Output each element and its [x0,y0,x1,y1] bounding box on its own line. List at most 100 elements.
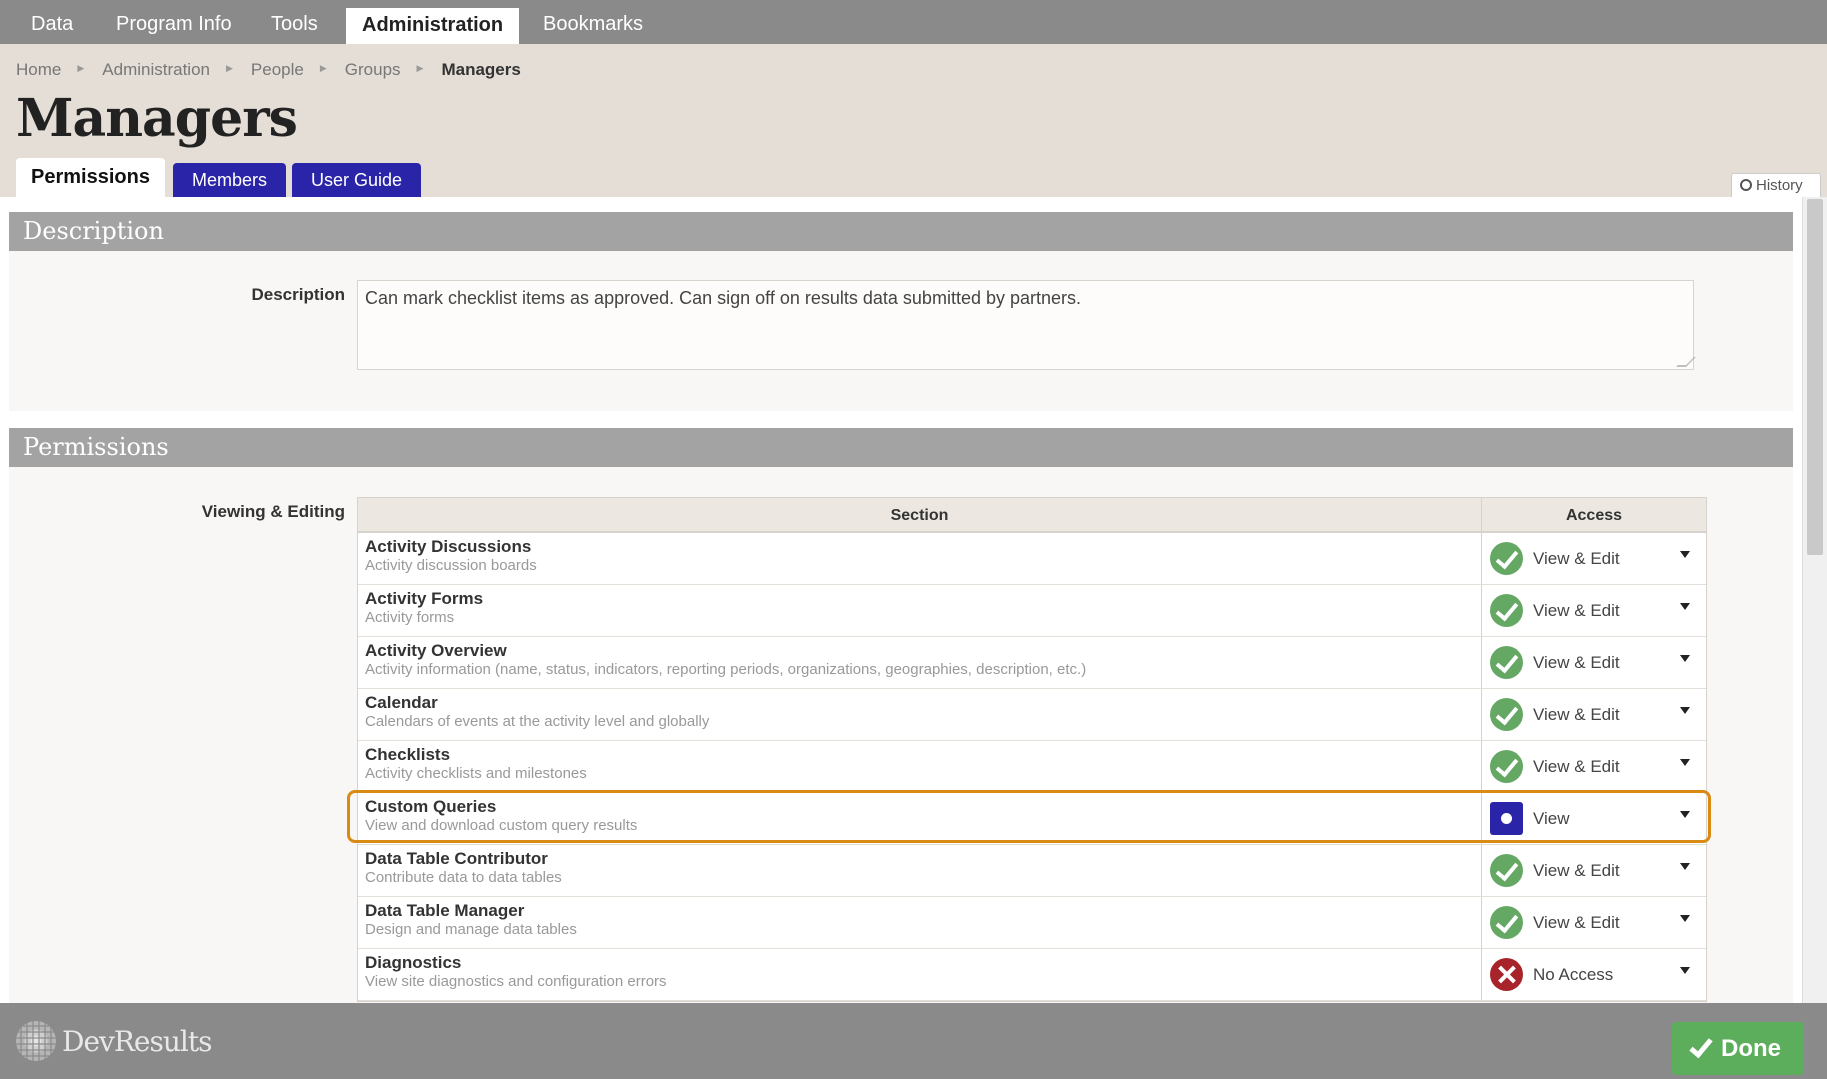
access-dropdown[interactable]: View & Edit [1482,897,1706,948]
nav-item-administration[interactable]: Administration [346,8,520,44]
column-header-section: Section [358,498,1482,531]
access-dropdown[interactable]: View & Edit [1482,845,1706,896]
page-title: Managers [16,88,298,149]
section-name: Data Table Manager [365,901,525,920]
chevron-down-icon [1680,551,1690,558]
section-cell: Data Table Manager Design and manage data… [358,897,1482,948]
breadcrumb: Home ▶ Administration ▶ People ▶ Groups … [16,58,521,82]
table-row: Activity Forms Activity forms View & Edit [358,585,1706,637]
logo-text: DevResults [62,1024,212,1058]
history-label: History [1756,177,1803,194]
table-row: Data Table Contributor Contribute data to… [358,845,1706,897]
section-cell: Activity Overview Activity information (n… [358,637,1482,688]
section-name: Calendar [365,693,438,712]
section-cell: Custom Queries View and download custom q… [358,793,1482,844]
chevron-down-icon [1680,915,1690,922]
history-icon [1740,179,1752,191]
check-circle-icon [1490,906,1523,939]
resize-handle-icon[interactable] [1676,357,1696,367]
breadcrumb-current: Managers [441,60,521,79]
access-label: View & Edit [1533,652,1620,672]
breadcrumb-home[interactable]: Home [16,60,61,80]
access-dropdown[interactable]: View & Edit [1482,533,1706,584]
access-dropdown[interactable]: View & Edit [1482,741,1706,792]
nav-item-tools[interactable]: Tools [255,0,334,44]
footer: DevResults Done [0,1003,1827,1079]
globe-icon [16,1021,56,1061]
chevron-down-icon [1680,759,1690,766]
section-description: Activity checklists and milestones [365,765,587,782]
tab-permissions[interactable]: Permissions [16,158,165,197]
table-row: Data Table Manager Design and manage data… [358,897,1706,949]
nav-item-bookmarks[interactable]: Bookmarks [527,0,659,44]
tab-members[interactable]: Members [173,163,287,197]
chevron-down-icon [1680,603,1690,610]
chevron-down-icon [1680,655,1690,662]
access-dropdown[interactable]: View [1482,793,1706,844]
description-value: Can mark checklist items as approved. Ca… [365,288,1082,308]
section-cell: Activity Discussions Activity discussion … [358,533,1482,584]
access-dropdown[interactable]: View & Edit [1482,585,1706,636]
table-row: Calendar Calendars of events at the activ… [358,689,1706,741]
description-textarea[interactable]: Can mark checklist items as approved. Ca… [357,280,1696,370]
breadcrumb-administration[interactable]: Administration [102,60,210,80]
section-name: Activity Overview [365,641,507,660]
x-circle-icon [1490,958,1523,991]
nav-item-program-info[interactable]: Program Info [100,0,248,44]
tab-user-guide[interactable]: User Guide [292,163,422,197]
breadcrumb-separator-icon: ▶ [77,62,85,73]
history-button[interactable]: History [1731,173,1821,197]
vertical-scrollbar[interactable] [1802,197,1827,1003]
check-circle-icon [1490,750,1523,783]
access-label: View & Edit [1533,860,1620,880]
breadcrumb-separator-icon: ▶ [319,62,327,73]
column-header-access: Access [1565,507,1623,524]
access-dropdown[interactable]: No Access [1482,949,1706,1000]
access-dropdown[interactable]: View & Edit [1482,689,1706,740]
check-circle-icon [1490,854,1523,887]
table-row: Checklists Activity checklists and milest… [358,741,1706,793]
section-cell: Checklists Activity checklists and milest… [358,741,1482,792]
permissions-table: Section Access Activity Discussions Activ… [357,497,1707,1002]
done-label: Done [1721,1034,1781,1062]
section-description: Activity forms [365,609,455,626]
table-row: Diagnostics View site diagnostics and con… [358,949,1706,1001]
check-circle-icon [1490,646,1523,679]
done-button[interactable]: Done [1672,1022,1804,1075]
breadcrumb-people[interactable]: People [251,60,304,80]
section-cell: Diagnostics View site diagnostics and con… [358,949,1482,1000]
devresults-logo: DevResults [16,1021,212,1061]
top-nav: Data Program Info Tools Administration B… [0,0,1827,44]
breadcrumb-separator-icon: ▶ [416,62,424,73]
section-description: Activity information (name, status, indi… [365,661,1087,678]
access-label: View & Edit [1533,600,1620,620]
chevron-down-icon [1680,863,1690,870]
breadcrumb-groups[interactable]: Groups [345,60,401,80]
section-description: Calendars of events at the activity leve… [365,713,710,730]
access-label: View & Edit [1533,704,1620,724]
check-circle-icon [1490,594,1523,627]
section-description: Contribute data to data tables [365,869,562,886]
permissions-section-header: Permissions [9,428,1793,467]
table-header: Section Access [358,498,1706,533]
chevron-down-icon [1680,967,1690,974]
access-label: View [1533,808,1570,828]
nav-item-data[interactable]: Data [15,0,89,44]
section-cell: Activity Forms Activity forms [358,585,1482,636]
description-section-header: Description [9,212,1793,251]
table-row: Activity Overview Activity information (n… [358,637,1706,689]
chevron-down-icon [1680,707,1690,714]
section-description: View site diagnostics and configuration … [365,973,667,990]
chevron-down-icon [1680,811,1690,818]
scrollbar-thumb[interactable] [1807,199,1823,555]
viewing-editing-label: Viewing & Editing [201,502,345,521]
view-dot-icon [1490,802,1523,835]
section-name: Activity Forms [365,589,484,608]
description-field-label: Description [251,285,345,304]
checkmark-icon [1689,1033,1713,1058]
section-description: Activity discussion boards [365,557,537,574]
section-name: Activity Discussions [365,537,532,556]
check-circle-icon [1490,542,1523,575]
section-description: Design and manage data tables [365,921,577,938]
access-dropdown[interactable]: View & Edit [1482,637,1706,688]
